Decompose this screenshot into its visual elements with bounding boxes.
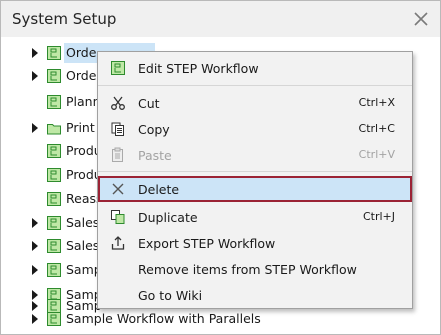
menu-item-label: Cut bbox=[138, 96, 160, 111]
expand-arrow-icon[interactable] bbox=[32, 265, 38, 275]
tree-item-label: Orde bbox=[66, 45, 97, 60]
menu-separator bbox=[98, 85, 412, 86]
expand-arrow-icon[interactable] bbox=[32, 218, 38, 228]
expand-arrow-icon[interactable] bbox=[32, 48, 38, 58]
menu-item-delete[interactable]: Delete bbox=[98, 176, 412, 202]
folder-icon bbox=[47, 124, 61, 135]
menu-item-label: Edit STEP Workflow bbox=[138, 61, 259, 76]
export-icon bbox=[111, 236, 125, 250]
title-bar: System Setup bbox=[1, 1, 440, 37]
delete-x-icon bbox=[112, 183, 124, 195]
menu-item-label: Duplicate bbox=[138, 210, 198, 225]
expand-arrow-icon[interactable] bbox=[32, 314, 38, 324]
tree-item-label: Sales bbox=[66, 215, 100, 230]
menu-item-label: Copy bbox=[138, 122, 170, 137]
menu-item-shortcut: Ctrl+J bbox=[362, 210, 395, 223]
menu-item-label: Go to Wiki bbox=[138, 288, 203, 303]
tree-item[interactable]: Sample Workflow with Parallels bbox=[1, 308, 440, 330]
menu-item-export[interactable]: Export STEP Workflow bbox=[98, 230, 412, 256]
paste-icon bbox=[112, 147, 123, 162]
tree-item-label: Plann bbox=[66, 94, 101, 109]
tree-item-label: Print bbox=[66, 120, 95, 135]
expand-arrow-icon[interactable] bbox=[32, 123, 38, 133]
menu-item-label: Remove items from STEP Workflow bbox=[138, 262, 357, 277]
menu-item-edit-workflow[interactable]: Edit STEP Workflow bbox=[98, 55, 412, 81]
menu-item-paste[interactable]: Paste Ctrl+V bbox=[98, 142, 412, 168]
tree-item-label: Orde bbox=[66, 68, 97, 83]
workflow-icon bbox=[47, 168, 61, 182]
menu-item-label: Delete bbox=[138, 182, 180, 197]
system-setup-window: System Setup Orde Orde Plann Print Produ… bbox=[0, 0, 441, 335]
tree-item-label: Sample Workflow with Parallels bbox=[66, 311, 261, 326]
menu-item-shortcut: Ctrl+V bbox=[358, 148, 395, 161]
workflow-icon bbox=[47, 95, 61, 109]
expand-arrow-icon[interactable] bbox=[32, 71, 38, 81]
window-title: System Setup bbox=[12, 10, 117, 28]
expand-arrow-icon[interactable] bbox=[32, 241, 38, 251]
tree-item-label: Sales bbox=[66, 238, 100, 253]
context-menu: Edit STEP Workflow Cut Ctrl+X Copy Ctrl+… bbox=[97, 51, 413, 309]
menu-separator bbox=[98, 171, 412, 172]
menu-item-go-to-wiki[interactable]: Go to Wiki bbox=[98, 282, 412, 308]
menu-item-shortcut: Ctrl+C bbox=[358, 122, 395, 135]
menu-item-label: Export STEP Workflow bbox=[138, 236, 276, 251]
menu-item-cut[interactable]: Cut Ctrl+X bbox=[98, 90, 412, 116]
menu-item-remove-items[interactable]: Remove items from STEP Workflow bbox=[98, 256, 412, 282]
workflow-icon bbox=[47, 239, 61, 253]
copy-icon bbox=[111, 122, 124, 136]
workflow-icon bbox=[47, 312, 61, 326]
close-icon[interactable] bbox=[413, 11, 429, 27]
edit-workflow-icon bbox=[111, 61, 125, 75]
duplicate-icon bbox=[111, 210, 125, 224]
scissors-icon bbox=[111, 96, 125, 110]
menu-item-copy[interactable]: Copy Ctrl+C bbox=[98, 116, 412, 142]
menu-item-duplicate[interactable]: Duplicate Ctrl+J bbox=[98, 204, 412, 230]
menu-item-label: Paste bbox=[138, 148, 172, 163]
workflow-icon bbox=[47, 46, 61, 60]
workflow-icon bbox=[47, 144, 61, 158]
workflow-icon bbox=[47, 263, 61, 277]
menu-item-shortcut: Ctrl+X bbox=[358, 96, 395, 109]
workflow-icon bbox=[47, 69, 61, 83]
workflow-icon bbox=[47, 216, 61, 230]
workflow-icon bbox=[47, 192, 61, 206]
